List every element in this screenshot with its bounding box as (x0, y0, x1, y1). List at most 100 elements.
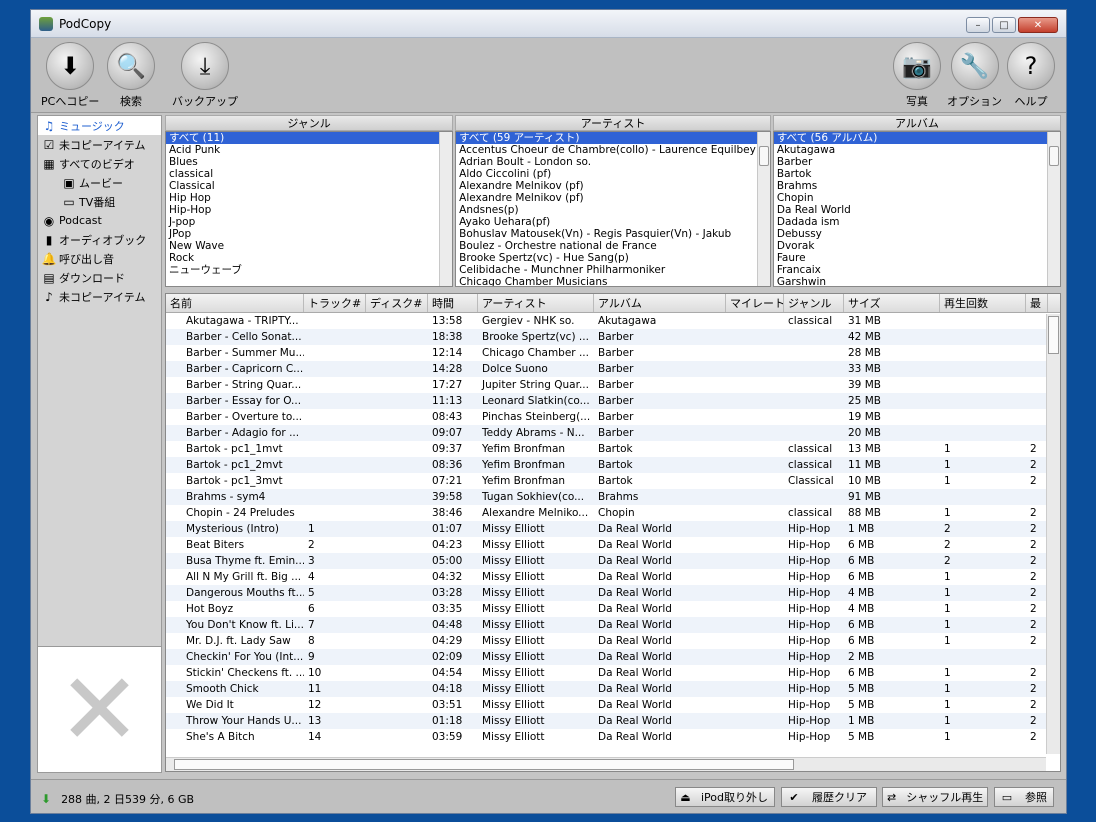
table-row[interactable]: Akutagawa - TRIPTY... 13:58 Gergiev - NHK … (166, 313, 1060, 329)
sidebar-item-4[interactable]: ▭ TV番組 (38, 192, 161, 211)
artist-item[interactable]: Boulez - Orchestre national de France (456, 240, 770, 252)
genre-item[interactable]: JPop (166, 228, 452, 240)
table-row[interactable]: Brahms - sym4 39:58 Tugan Sokhiev(co... Bra… (166, 489, 1060, 505)
album-item[interactable]: Debussy (774, 228, 1060, 240)
table-row[interactable]: Mr. D.J. ft. Lady Saw 8 04:29 Missy Elliott… (166, 633, 1060, 649)
genre-scrollbar[interactable] (439, 132, 453, 286)
table-row[interactable]: She's A Bitch 14 03:59 Missy Elliott Da Real… (166, 729, 1060, 745)
sidebar-item-6[interactable]: ▮ オーディオブック (38, 230, 161, 249)
browse-button[interactable]: ▭ 参照 (994, 787, 1054, 807)
sidebar-item-9[interactable]: ♪ 未コピーアイテム (38, 287, 161, 306)
genre-item[interactable]: Rock (166, 252, 452, 264)
column-header[interactable]: ディスク# (366, 294, 428, 312)
genre-item[interactable]: New Wave (166, 240, 452, 252)
album-list[interactable]: すべて (56 アルバム) Akutagawa Barber Bartok Brahms… (772, 131, 1062, 287)
table-row[interactable]: Mysterious (Intro) 1 01:07 Missy Elliott Da … (166, 521, 1060, 537)
artist-item[interactable]: Alexandre Melnikov (pf) (456, 180, 770, 192)
artist-item[interactable]: Chicago Chamber Musicians (456, 276, 770, 286)
album-item[interactable]: Brahms (774, 180, 1060, 192)
artist-list[interactable]: すべて (59 アーティスト) Accentus Choeur de Chambr… (455, 131, 771, 287)
album-scroll-thumb[interactable] (1049, 146, 1060, 166)
album-item[interactable]: Faure (774, 252, 1060, 264)
artist-item[interactable]: Accentus Choeur de Chambre(collo) - Laur… (456, 144, 770, 156)
table-hscroll-thumb[interactable] (174, 759, 794, 770)
album-item[interactable]: Francaix (774, 264, 1060, 276)
column-header[interactable]: アルバム (594, 294, 726, 312)
artist-item[interactable]: Alexandre Melnikov (pf) (456, 192, 770, 204)
album-item[interactable]: Chopin (774, 192, 1060, 204)
sidebar-item-7[interactable]: 🔔 呼び出し音 (38, 249, 161, 268)
table-row[interactable]: Hot Boyz 6 03:35 Missy Elliott Da Real World… (166, 601, 1060, 617)
artist-item[interactable]: Adrian Boult - London so. (456, 156, 770, 168)
column-header[interactable]: トラック# (304, 294, 366, 312)
table-row[interactable]: Busa Thyme ft. Emin... 3 05:00 Missy Elliot… (166, 553, 1060, 569)
genre-item[interactable]: Blues (166, 156, 452, 168)
column-header[interactable]: アーティスト (478, 294, 594, 312)
artist-item[interactable]: すべて (59 アーティスト) (456, 132, 770, 144)
table-row[interactable]: Smooth Chick 11 04:18 Missy Elliott Da Real … (166, 681, 1060, 697)
table-row[interactable]: All N My Grill ft. Big ... 4 04:32 Missy El… (166, 569, 1060, 585)
shuffle-button[interactable]: ⇄ シャッフル再生 (882, 787, 988, 807)
album-scrollbar[interactable] (1047, 132, 1061, 286)
table-row[interactable]: Barber - Cello Sonat... 18:38 Brooke Spert… (166, 329, 1060, 345)
genre-item[interactable]: すべて (11) (166, 132, 453, 144)
table-row[interactable]: Bartok - pc1_3mvt 07:21 Yefim Bronfman Bart… (166, 473, 1060, 489)
table-row[interactable]: Barber - Summer Mu... 12:14 Chicago Chambe… (166, 345, 1060, 361)
artist-item[interactable]: Celibidache - Munchner Philharmoniker (456, 264, 770, 276)
eject-button[interactable]: ⏏ iPod取り外し (675, 787, 775, 807)
sidebar-item-8[interactable]: ▤ ダウンロード (38, 268, 161, 287)
table-row[interactable]: Barber - Adagio for ... 09:07 Teddy Abrams… (166, 425, 1060, 441)
artist-item[interactable]: Bohuslav Matousek(Vn) - Regis Pasquier(V… (456, 228, 770, 240)
toolbar-right-button-0[interactable]: 📷 写真 (893, 42, 941, 109)
artist-item[interactable]: Ayako Uehara(pf) (456, 216, 770, 228)
album-item[interactable]: Da Real World (774, 204, 1060, 216)
artist-scroll-thumb[interactable] (758, 146, 769, 166)
table-row[interactable]: Barber - Capricorn C... 14:28 Dolce Suono B… (166, 361, 1060, 377)
column-header[interactable]: 名前 (166, 294, 304, 312)
toolbar-right-button-1[interactable]: 🔧 オプション (947, 42, 1002, 109)
sidebar-item-3[interactable]: ▣ ムービー (38, 173, 161, 192)
table-row[interactable]: Checkin' For You (Int... 9 02:09 Missy Elli… (166, 649, 1060, 665)
sidebar-item-0[interactable]: ♫ ミュージック (38, 116, 161, 135)
toolbar-button-1[interactable]: 🔍 検索 (107, 42, 155, 109)
table-row[interactable]: Bartok - pc1_1mvt 09:37 Yefim Bronfman Bart… (166, 441, 1060, 457)
sidebar-item-1[interactable]: ☑ 未コピーアイテム (38, 135, 161, 154)
genre-item[interactable]: Hip-Hop (166, 204, 452, 216)
toolbar-button-0[interactable]: ⬇ PCへコピー (41, 42, 99, 109)
album-item[interactable]: Barber (774, 156, 1060, 168)
genre-list[interactable]: すべて (11) Acid Punk Blues classical Classical… (165, 131, 454, 287)
genre-item[interactable]: J-pop (166, 216, 452, 228)
sidebar-item-2[interactable]: ▦ すべてのビデオ (38, 154, 161, 173)
artist-item[interactable]: Aldo Ciccolini (pf) (456, 168, 770, 180)
table-vertical-scrollbar[interactable] (1046, 314, 1060, 754)
toolbar-button-2[interactable]: ⤓ バックアップ (172, 42, 238, 109)
check-button[interactable]: ✔ 履歴クリア (781, 787, 877, 807)
album-item[interactable]: Dadada ism (774, 216, 1060, 228)
table-row[interactable]: Throw Your Hands U... 13 01:18 Missy Elliot… (166, 713, 1060, 729)
column-header[interactable]: ジャンル (784, 294, 844, 312)
album-item[interactable]: Garshwin (774, 276, 1060, 286)
column-header[interactable]: 時間 (428, 294, 478, 312)
table-horizontal-scrollbar[interactable] (166, 757, 1046, 771)
column-header[interactable]: サイズ (844, 294, 940, 312)
album-item[interactable]: すべて (56 アルバム) (773, 132, 1061, 144)
genre-item[interactable]: classical (166, 168, 452, 180)
artist-scrollbar[interactable] (756, 132, 770, 286)
genre-item[interactable]: Acid Punk (166, 144, 452, 156)
sidebar-item-5[interactable]: ◉ Podcast (38, 211, 161, 230)
column-header[interactable]: 最 (1026, 294, 1048, 312)
table-row[interactable]: We Did It 12 03:51 Missy Elliott Da Real Wor… (166, 697, 1060, 713)
toolbar-right-button-2[interactable]: ? ヘルプ (1007, 42, 1055, 109)
table-row[interactable]: Bartok - pc1_2mvt 08:36 Yefim Bronfman Bart… (166, 457, 1060, 473)
genre-item[interactable]: ニューウェーブ (166, 264, 452, 276)
album-item[interactable]: Akutagawa (774, 144, 1060, 156)
column-header[interactable]: マイレート (726, 294, 784, 312)
maximize-button[interactable]: □ (992, 17, 1016, 33)
artist-item[interactable]: Brooke Spertz(vc) - Hue Sang(p) (456, 252, 770, 264)
table-vscroll-thumb[interactable] (1048, 316, 1059, 354)
table-row[interactable]: Beat Biters 2 04:23 Missy Elliott Da Real Wo… (166, 537, 1060, 553)
table-row[interactable]: Barber - Essay for O... 11:13 Leonard Slat… (166, 393, 1060, 409)
table-row[interactable]: You Don't Know ft. Li... 7 04:48 Missy Elli… (166, 617, 1060, 633)
genre-item[interactable]: Hip Hop (166, 192, 452, 204)
table-row[interactable]: Chopin - 24 Preludes 38:46 Alexandre Melni… (166, 505, 1060, 521)
